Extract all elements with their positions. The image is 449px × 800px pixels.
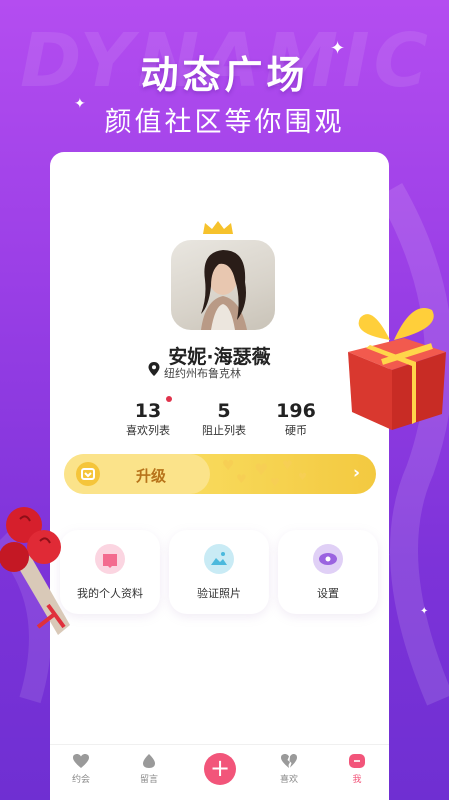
heart-icon xyxy=(73,754,89,768)
heart-decoration-icon: ♥ xyxy=(282,458,293,472)
gift-box-icon xyxy=(348,308,446,430)
avatar[interactable] xyxy=(171,240,275,330)
settings-icon xyxy=(313,544,343,574)
sparkle-icon: ✦ xyxy=(420,606,429,617)
heart-decoration-icon: ♥ xyxy=(298,472,307,483)
notification-badge xyxy=(166,396,172,402)
heart-decoration-icon: ♥ xyxy=(222,458,235,474)
stat-blocked[interactable]: 5 阻止列表 xyxy=(184,400,264,438)
tab-likes-label: 喜欢 xyxy=(279,775,298,785)
tile-verify-photo-label: 验证照片 xyxy=(197,587,241,600)
broken-heart-icon xyxy=(281,754,297,768)
promo-headline: 动态广场 xyxy=(140,53,309,97)
me-icon xyxy=(349,754,365,768)
upgrade-button[interactable]: 升级 ♥ ♥ ♥ ♥ ♥ ♥ › xyxy=(64,454,376,494)
drop-icon xyxy=(143,754,155,768)
stat-blocked-label: 阻止列表 xyxy=(202,424,246,437)
stat-likes-value: 13 xyxy=(134,400,162,422)
stat-blocked-value: 5 xyxy=(217,400,231,422)
tab-me[interactable]: 我 xyxy=(332,753,382,785)
photo-icon xyxy=(204,544,234,574)
heart-decoration-icon: ♥ xyxy=(270,476,280,489)
heart-decoration-icon: ♥ xyxy=(236,472,247,486)
stat-coins-value: 196 xyxy=(276,400,316,422)
phone-screen: 安妮·海瑟薇 纽约州布鲁克林 13 喜欢列表 5 阻止列表 196 硬币 升级 … xyxy=(50,152,389,800)
rose-bouquet-icon xyxy=(0,507,70,635)
bottom-tab-bar: 约会 留言 + 喜欢 我 xyxy=(50,744,389,800)
vip-heart-icon xyxy=(76,462,100,486)
crown-icon xyxy=(203,221,233,234)
tile-verify-photo[interactable]: 验证照片 xyxy=(169,530,269,614)
tab-message-label: 留言 xyxy=(139,775,158,785)
stat-likes[interactable]: 13 喜欢列表 xyxy=(108,396,188,438)
profile-location: 纽约州布鲁克林 xyxy=(164,367,241,380)
tab-dating-label: 约会 xyxy=(71,775,90,785)
stat-likes-label: 喜欢列表 xyxy=(126,424,170,437)
tab-likes[interactable]: 喜欢 xyxy=(264,753,314,785)
tile-settings-label: 设置 xyxy=(317,587,339,600)
promo-subheadline: 颜值社区等你围观 xyxy=(104,107,345,138)
tab-message[interactable]: 留言 xyxy=(124,753,174,785)
chevron-right-icon: › xyxy=(352,463,360,483)
upgrade-label: 升级 xyxy=(136,467,167,485)
tile-settings[interactable]: 设置 xyxy=(278,530,378,614)
stat-coins-label: 硬币 xyxy=(285,424,307,437)
tab-add-button[interactable]: + xyxy=(204,753,236,785)
tab-me-label: 我 xyxy=(352,775,362,785)
tab-dating[interactable]: 约会 xyxy=(56,753,106,785)
stat-coins[interactable]: 196 硬币 xyxy=(256,400,336,438)
profile-icon xyxy=(95,544,125,574)
heart-decoration-icon: ♥ xyxy=(254,460,269,479)
location-pin-icon xyxy=(148,362,160,376)
